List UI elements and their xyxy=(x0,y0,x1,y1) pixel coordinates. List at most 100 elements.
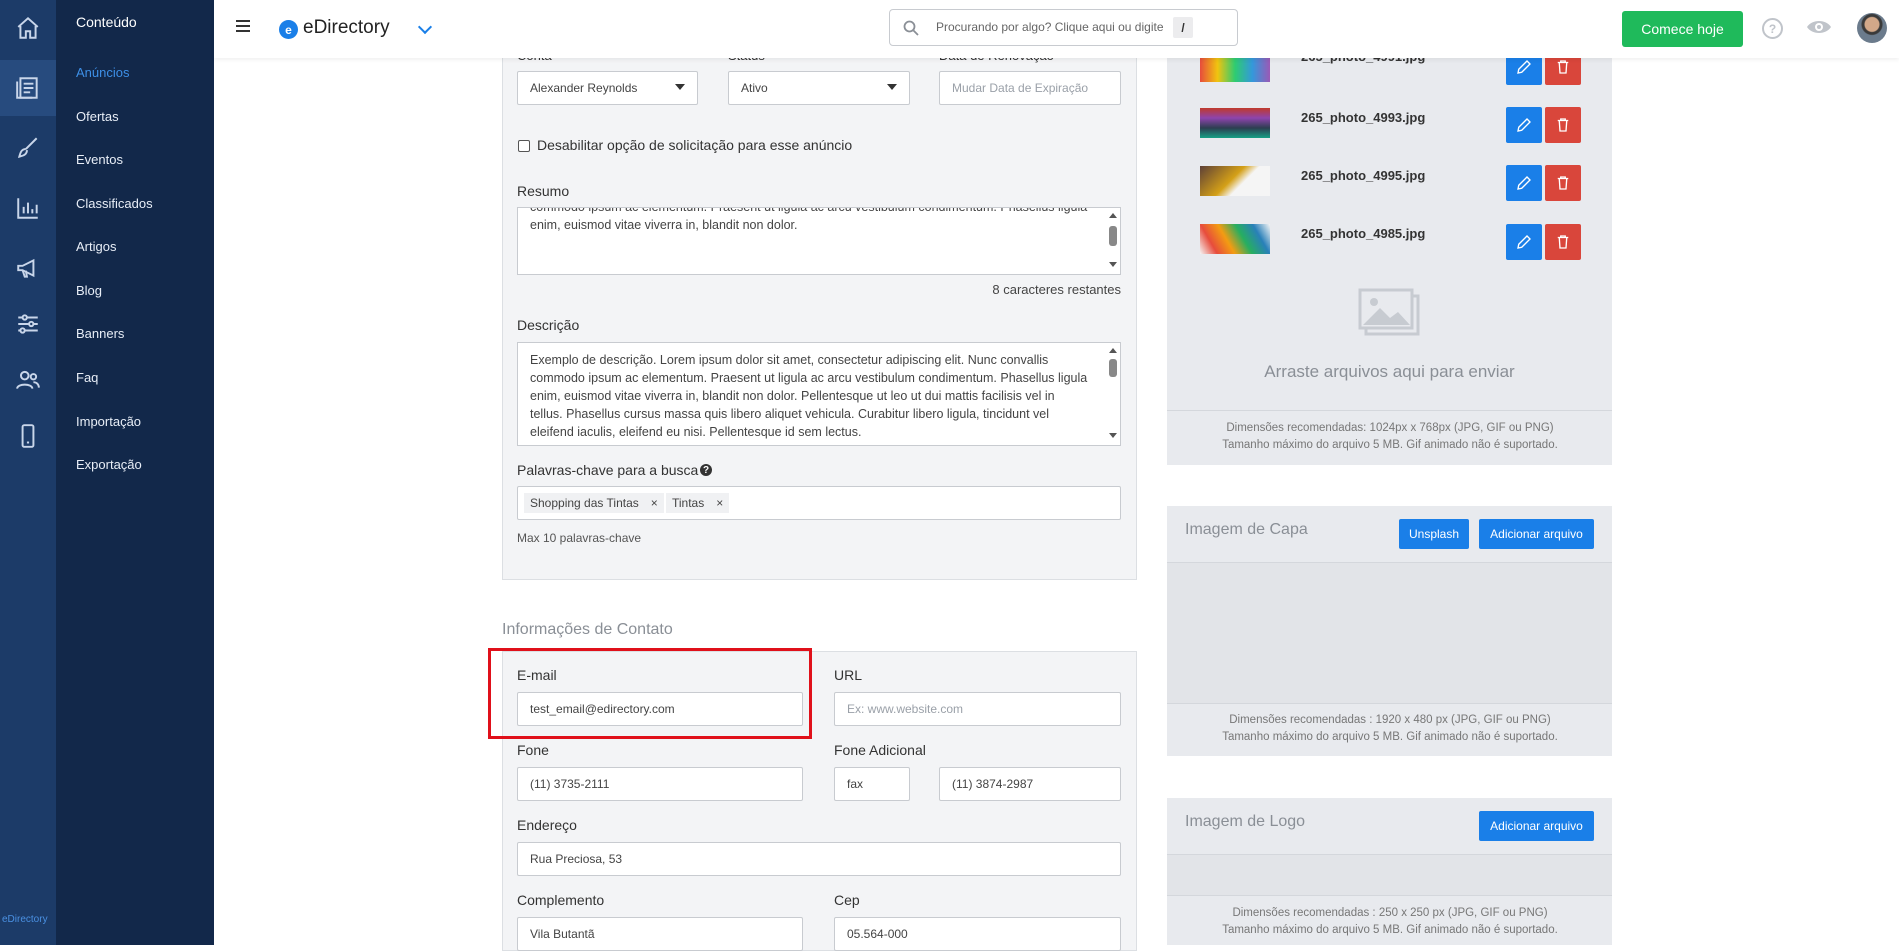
users-icon[interactable] xyxy=(0,352,56,408)
description-text: Exemplo de descrição. Lorem ipsum dolor … xyxy=(530,353,1088,439)
submenu-item-artigos[interactable]: Artigos xyxy=(76,239,116,254)
pencil-icon xyxy=(1517,60,1531,74)
submenu-item-exportacao[interactable]: Exportação xyxy=(76,457,142,472)
remove-tag-icon[interactable]: × xyxy=(651,496,658,510)
zip-field[interactable]: 05.564-000 xyxy=(834,917,1121,951)
submenu-item-ofertas[interactable]: Ofertas xyxy=(76,109,119,124)
pencil-icon xyxy=(1517,118,1531,132)
help-icon[interactable]: ? xyxy=(700,464,712,476)
trash-icon xyxy=(1557,60,1569,74)
logo-image-title: Imagem de Logo xyxy=(1185,813,1306,830)
remove-tag-icon[interactable]: × xyxy=(716,496,723,510)
cover-image-title: Imagem de Capa xyxy=(1185,521,1308,538)
cover-hint-size: Tamanho máximo do arquivo 5 MB. Gif anim… xyxy=(1222,731,1558,743)
hamburger-menu-icon[interactable] xyxy=(236,20,250,32)
reports-icon[interactable] xyxy=(0,180,56,236)
promote-icon[interactable] xyxy=(0,240,56,296)
url-label: URL xyxy=(834,667,863,683)
address-label: Endereço xyxy=(517,817,577,833)
gallery-thumbnail xyxy=(1200,224,1270,254)
description-textarea[interactable]: Exemplo de descrição. Lorem ipsum dolor … xyxy=(517,342,1121,446)
submenu-item-eventos[interactable]: Eventos xyxy=(76,152,123,167)
status-select-value: Ativo xyxy=(741,81,768,95)
summary-char-counter: 8 caracteres restantes xyxy=(992,282,1121,297)
icon-rail: eDirectory xyxy=(0,0,56,945)
search-placeholder: Procurando por algo? Clique aqui ou digi… xyxy=(936,20,1164,34)
gallery-file-name: 265_photo_4995.jpg xyxy=(1301,168,1426,183)
add-cover-file-button[interactable]: Adicionar arquivo xyxy=(1479,519,1594,549)
address-field[interactable]: Rua Preciosa, 53 xyxy=(517,842,1121,876)
submenu-item-importacao[interactable]: Importação xyxy=(76,414,141,429)
keywords-label: Palavras-chave para a busca xyxy=(517,462,699,478)
phone-label: Fone xyxy=(517,742,549,758)
edit-button[interactable] xyxy=(1506,165,1542,201)
submenu-title: Conteúdo xyxy=(76,14,137,30)
gallery-thumbnail xyxy=(1200,166,1270,196)
extra-phone-label: Fone Adicional xyxy=(834,742,926,758)
keywords-input[interactable]: Shopping das Tintas × Tintas × xyxy=(517,486,1121,520)
summary-text: commodo ipsum ac elementum. Praesent ut … xyxy=(530,207,1088,232)
extra-phone-field[interactable]: (11) 3874-2987 xyxy=(939,767,1121,801)
summary-label: Resumo xyxy=(517,183,570,199)
trash-icon xyxy=(1557,176,1569,190)
url-field[interactable]: Ex: www.website.com xyxy=(834,692,1121,726)
phone-field[interactable]: (11) 3735-2111 xyxy=(517,767,803,801)
gallery-hint-dimensions: Dimensões recomendadas: 1024px x 768px (… xyxy=(1226,422,1554,434)
zip-label: Cep xyxy=(834,892,860,908)
submenu-item-classificados[interactable]: Classificados xyxy=(76,196,153,211)
delete-button[interactable] xyxy=(1545,224,1581,260)
logo-image-dropzone[interactable] xyxy=(1167,854,1612,896)
chevron-down-icon xyxy=(887,84,897,90)
scrollbar[interactable] xyxy=(1108,347,1118,443)
chevron-down-icon[interactable] xyxy=(417,19,433,35)
keyword-tag-label: Tintas xyxy=(672,496,705,510)
submenu-item-blog[interactable]: Blog xyxy=(76,283,102,298)
submenu-item-anuncios[interactable]: Anúncios xyxy=(76,65,129,80)
keyword-tag: Shopping das Tintas × xyxy=(524,493,664,513)
pencil-icon xyxy=(1517,176,1531,190)
extra-phone-type-field[interactable]: fax xyxy=(834,767,910,801)
search-shortcut-key: / xyxy=(1173,17,1193,38)
cover-image-dropzone[interactable] xyxy=(1167,562,1612,704)
gallery-file-name: 265_photo_4993.jpg xyxy=(1301,110,1426,125)
edit-button[interactable] xyxy=(1506,107,1542,143)
delete-button[interactable] xyxy=(1545,165,1581,201)
design-icon[interactable] xyxy=(0,120,56,176)
edirectory-logo-icon: e xyxy=(279,20,298,39)
home-icon[interactable] xyxy=(0,0,56,56)
delete-button[interactable] xyxy=(1545,107,1581,143)
complement-label: Complemento xyxy=(517,892,605,908)
search-bar[interactable]: Procurando por algo? Clique aqui ou digi… xyxy=(889,9,1238,46)
disable-request-checkbox[interactable] xyxy=(518,140,530,152)
get-started-button[interactable]: Comece hoje xyxy=(1622,11,1743,47)
highlight-box xyxy=(488,648,812,739)
submenu-item-banners[interactable]: Banners xyxy=(76,326,124,341)
unsplash-button[interactable]: Unsplash xyxy=(1399,519,1469,549)
logo-hint-dimensions: Dimensões recomendadas : 250 x 250 px (J… xyxy=(1232,907,1548,919)
brand-name[interactable]: eDirectory xyxy=(303,17,390,39)
status-select[interactable]: Ativo xyxy=(728,71,910,105)
pencil-icon xyxy=(1517,235,1531,249)
settings-icon[interactable] xyxy=(0,296,56,352)
submenu-item-faq[interactable]: Faq xyxy=(76,370,98,385)
preview-eye-icon[interactable] xyxy=(1806,17,1832,37)
expiration-date-input[interactable]: Mudar Data de Expiração xyxy=(939,71,1121,105)
rail-brand-text: eDirectory xyxy=(2,914,48,925)
content-submenu: Conteúdo Anúncios Ofertas Eventos Classi… xyxy=(56,0,214,945)
avatar[interactable] xyxy=(1857,13,1887,43)
content-icon[interactable] xyxy=(0,60,56,116)
keyword-tag: Tintas × xyxy=(666,493,730,513)
top-bar: e eDirectory Procurando por algo? Clique… xyxy=(214,0,1899,58)
gallery-thumbnail xyxy=(1200,108,1270,138)
account-select[interactable]: Alexander Reynolds xyxy=(517,71,698,105)
add-logo-file-button[interactable]: Adicionar arquivo xyxy=(1479,811,1594,841)
scrollbar[interactable] xyxy=(1108,212,1118,272)
edit-button[interactable] xyxy=(1506,224,1542,260)
disable-request-label: Desabilitar opção de solicitação para es… xyxy=(537,137,853,153)
summary-textarea[interactable]: commodo ipsum ac elementum. Praesent ut … xyxy=(517,207,1121,275)
drop-zone-text[interactable]: Arraste arquivos aqui para enviar xyxy=(1167,362,1612,382)
mobile-icon[interactable] xyxy=(0,408,56,464)
trash-icon xyxy=(1557,235,1569,249)
help-icon[interactable]: ? xyxy=(1762,18,1783,39)
complement-field[interactable]: Vila Butantã xyxy=(517,917,803,951)
